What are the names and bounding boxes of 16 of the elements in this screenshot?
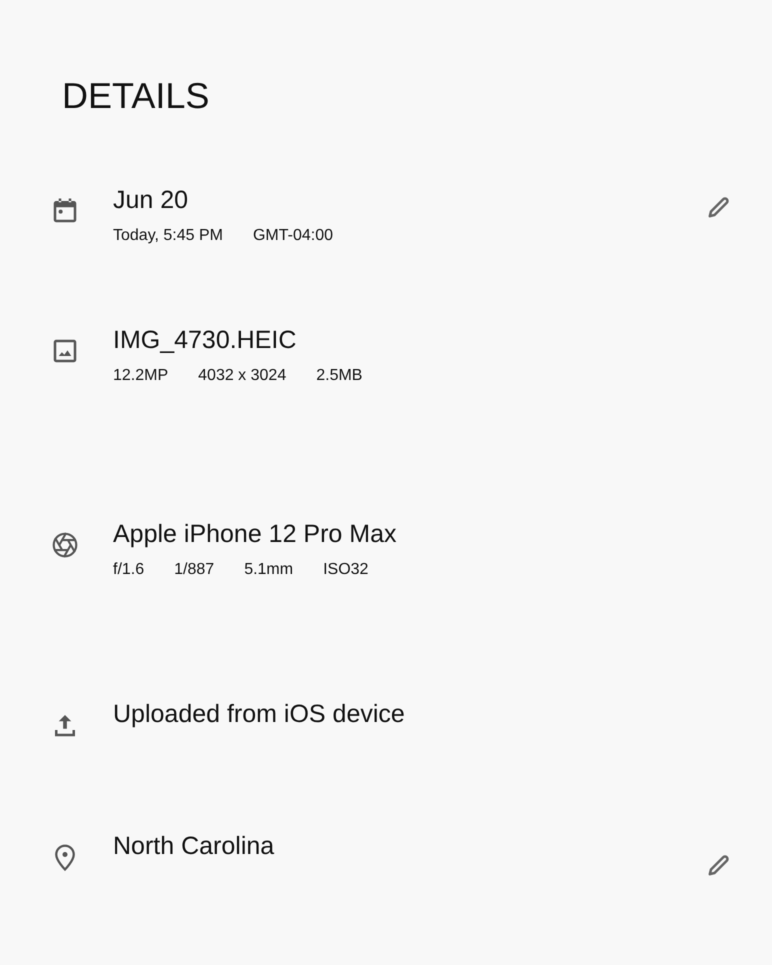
detail-text: 2.5MB — [316, 366, 362, 386]
detail-text: ISO32 — [323, 560, 368, 580]
detail-text: 12.2MP — [113, 366, 168, 386]
details-heading: DETAILS — [62, 74, 210, 118]
item-title: Apple iPhone 12 Pro Max — [113, 519, 398, 550]
detail-text: GMT-04:00 — [252, 226, 334, 246]
detail-text: 4032 x 3024 — [198, 366, 286, 386]
item-title: Jun 20 — [113, 185, 190, 216]
detail-text: f/1.6 — [113, 560, 144, 580]
item-title: IMG_4730.HEIC — [113, 325, 298, 356]
detail-text: 5.1mm — [244, 560, 294, 580]
aperture-icon — [50, 530, 80, 560]
detail-text: Today, 5:45 PM — [113, 226, 223, 246]
detail-text: 1/887 — [174, 560, 214, 580]
item-title: North Carolina — [113, 831, 276, 862]
item-title: Uploaded from iOS device — [113, 699, 406, 730]
